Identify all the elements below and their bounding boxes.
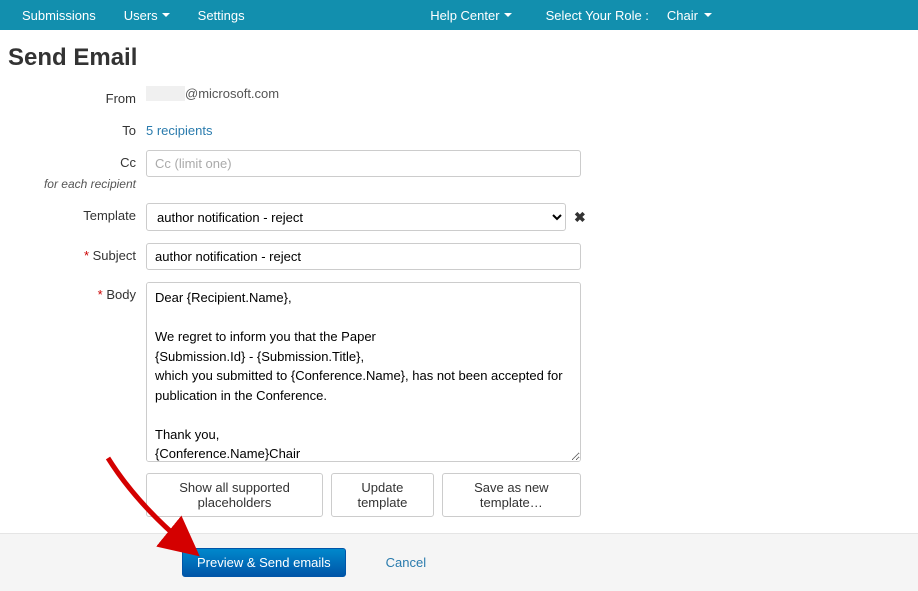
chevron-down-icon <box>504 13 512 17</box>
update-template-button[interactable]: Update template <box>331 473 434 517</box>
chevron-down-icon <box>704 13 712 17</box>
page-title: Send Email <box>0 30 918 86</box>
nav-users-label: Users <box>124 8 158 23</box>
footer-bar: Preview & Send emails Cancel <box>0 533 918 591</box>
cc-label: Cc <box>8 150 146 170</box>
nav-submissions[interactable]: Submissions <box>8 0 110 30</box>
nav-help-label: Help Center <box>430 8 499 23</box>
show-placeholders-button[interactable]: Show all supported placeholders <box>146 473 323 517</box>
subject-label: * Subject <box>8 243 146 263</box>
save-new-template-button[interactable]: Save as new template… <box>442 473 581 517</box>
from-value: xxxxxx@microsoft.com <box>146 81 279 101</box>
nav-settings[interactable]: Settings <box>184 0 259 30</box>
body-label: * Body <box>8 282 146 302</box>
role-value: Chair <box>667 8 698 23</box>
subject-input[interactable] <box>146 243 581 270</box>
nav-help-center[interactable]: Help Center <box>416 0 525 30</box>
cc-sublabel: for each recipient <box>8 177 146 191</box>
from-label: From <box>8 86 146 106</box>
cc-input[interactable] <box>146 150 581 177</box>
to-label: To <box>8 118 146 138</box>
preview-send-button[interactable]: Preview & Send emails <box>182 548 346 577</box>
body-textarea[interactable]: Dear {Recipient.Name}, We regret to info… <box>146 282 581 462</box>
navbar: Submissions Users Settings Help Center S… <box>0 0 918 30</box>
to-recipients-link[interactable]: 5 recipients <box>146 118 212 138</box>
nav-users[interactable]: Users <box>110 0 184 30</box>
template-select[interactable]: author notification - reject <box>146 203 566 231</box>
chevron-down-icon <box>162 13 170 17</box>
role-label: Select Your Role : <box>526 8 659 23</box>
cancel-link[interactable]: Cancel <box>386 555 426 570</box>
send-email-form: From xxxxxx@microsoft.com To 5 recipient… <box>0 86 918 517</box>
template-label: Template <box>8 203 146 223</box>
remove-template-icon[interactable]: ✖ <box>574 209 586 226</box>
role-selector[interactable]: Chair <box>659 8 720 23</box>
